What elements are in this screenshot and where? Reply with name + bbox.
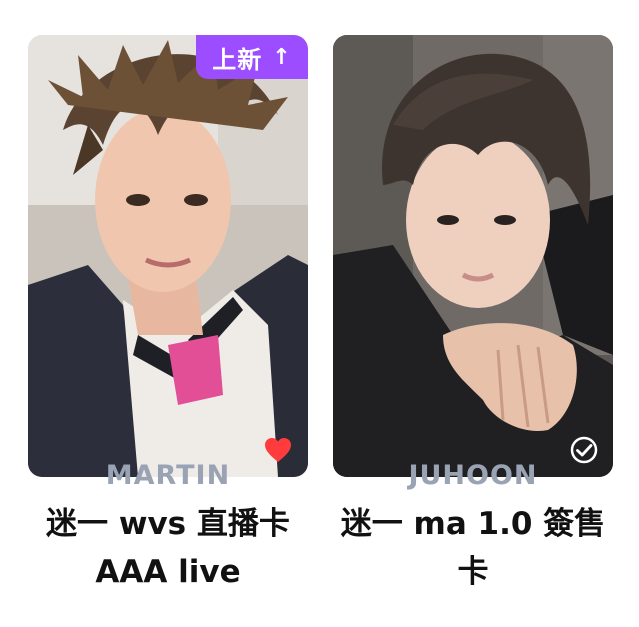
card-title-line1: 迷一 wvs 直播卡 xyxy=(46,506,290,542)
photocard-martin[interactable]: 上新 ↑ xyxy=(28,35,308,477)
new-badge: 上新 ↑ xyxy=(196,35,308,79)
card-title[interactable]: 迷一 ma 1.0 簽售 卡 xyxy=(313,500,633,596)
card-photo[interactable]: 上新 ↑ xyxy=(28,35,308,477)
card-photo[interactable] xyxy=(333,35,613,477)
photocard-grid: 上新 ↑ MARTIN 迷一 wvs 直播卡 AAA live JUHOON 迷… xyxy=(0,0,639,627)
photocard-juhoon[interactable] xyxy=(333,35,613,477)
artist-name: JUHOON xyxy=(408,460,538,491)
card-title[interactable]: 迷一 wvs 直播卡 AAA live xyxy=(8,500,328,596)
card-title-line2: AAA live xyxy=(95,554,241,590)
martin-photo-image xyxy=(28,35,308,477)
juhoon-photo-image xyxy=(333,35,613,477)
new-badge-label: 上新 xyxy=(212,45,263,74)
card-title-line2: 卡 xyxy=(457,554,489,590)
card-title-line1: 迷一 ma 1.0 簽售 xyxy=(340,506,606,542)
arrow-up-icon: ↑ xyxy=(272,44,292,70)
artist-name: MARTIN xyxy=(105,460,231,491)
